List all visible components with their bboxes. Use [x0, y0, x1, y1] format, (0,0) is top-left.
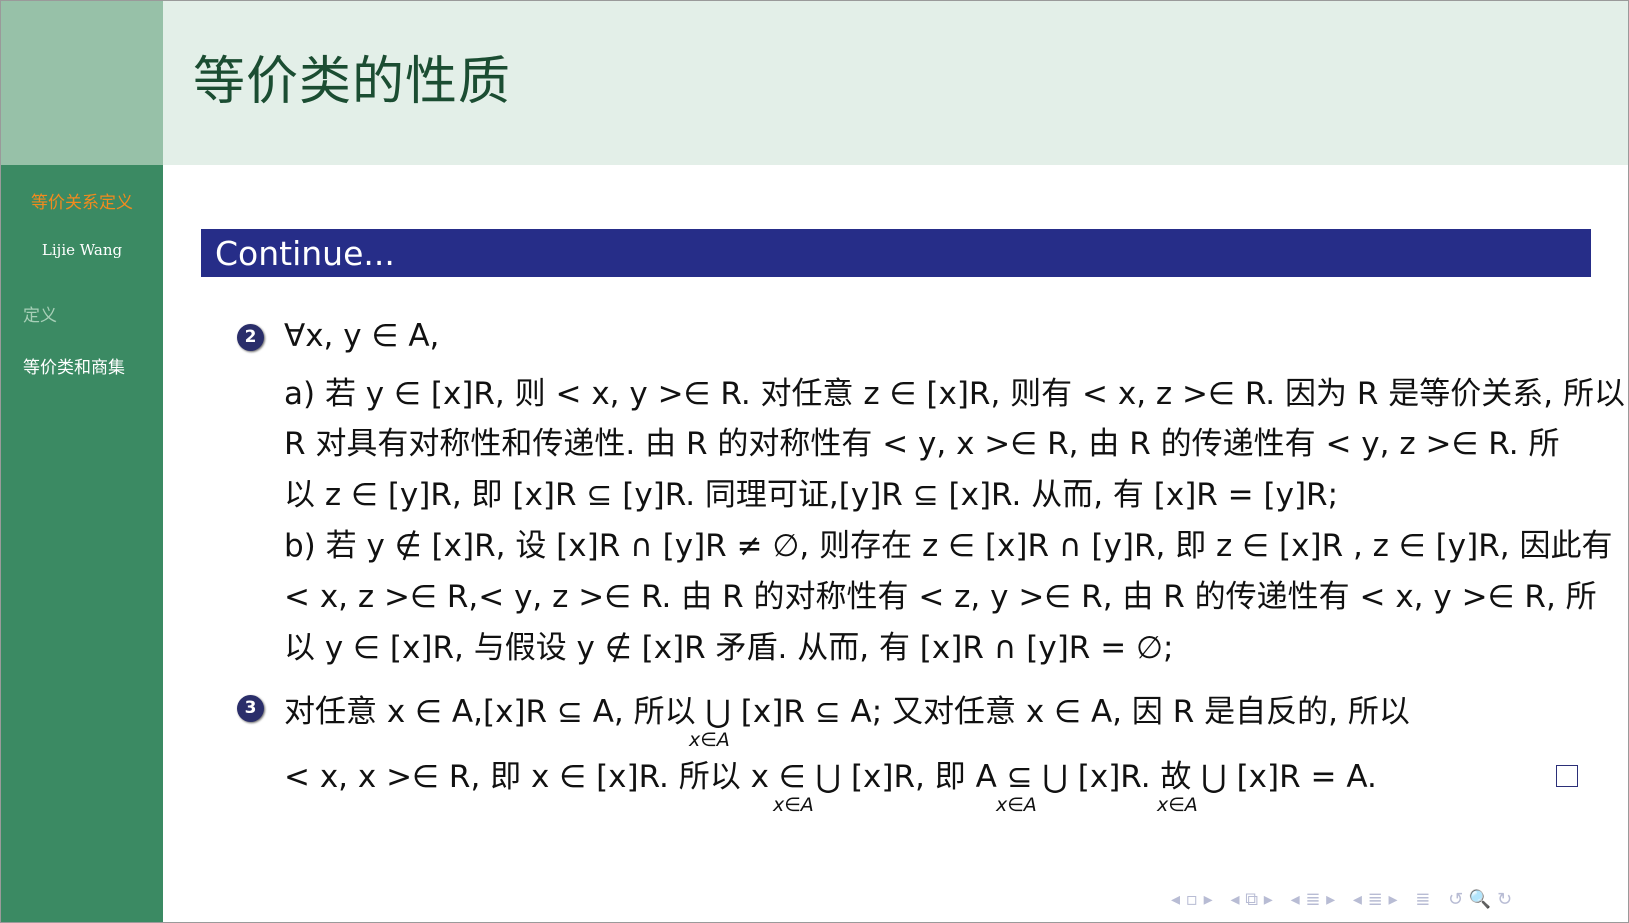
union-subscript: x∈A: [1157, 794, 1198, 816]
union-subscript: x∈A: [773, 794, 814, 816]
item-number: 2: [237, 324, 264, 351]
proof-line: 以 z ∈ [y]R, 即 [x]R ⊆ [y]R. 同理可证,[y]R ⊆ […: [284, 477, 1339, 513]
nav-section-icon[interactable]: ◂ ≣ ▸: [1291, 889, 1336, 910]
proof-line: < x, x >∈ R, 即 x ∈ [x]R. 所以 x ∈ ⋃ [x]R, …: [284, 759, 1377, 795]
nav-subsection-icon[interactable]: ◂ ⧉ ▸: [1230, 889, 1272, 910]
slide-header: 等价类的性质: [163, 1, 1628, 165]
union-subscript: x∈A: [689, 729, 730, 751]
proof-line: R 对具有对称性和传递性. 由 R 的对称性有 < y, x >∈ R, 由 R…: [284, 426, 1560, 462]
proof-line: a) 若 y ∈ [x]R, 则 < x, y >∈ R. 对任意 z ∈ [x…: [284, 376, 1625, 412]
sidebar: 等价关系定义 Lijie Wang 定义 等价类和商集: [1, 1, 163, 922]
qed-symbol: [1556, 765, 1578, 787]
block-title: Continue...: [201, 229, 1591, 277]
proof-line: 以 y ∈ [x]R, 与假设 y ∉ [x]R 矛盾. 从而, 有 [x]R …: [284, 630, 1174, 666]
nav-toc-icon[interactable]: ≣: [1415, 889, 1430, 910]
nav-search-icon[interactable]: ↺ 🔍 ↻: [1448, 889, 1512, 910]
navigation-bar: ◂ ▫ ▸ ◂ ⧉ ▸ ◂ ≣ ▸ ◂ ≣ ▸ ≣ ↺ 🔍 ↻: [1171, 889, 1524, 910]
sidebar-logo-area: [1, 1, 163, 165]
proof-line: < x, z >∈ R,< y, z >∈ R. 由 R 的对称性有 < z, …: [284, 579, 1597, 615]
nav-document-icon[interactable]: ◂ ≣ ▸: [1353, 889, 1398, 910]
nav-frame-icon[interactable]: ◂ ▫ ▸: [1171, 889, 1213, 910]
proof-line: b) 若 y ∉ [x]R, 设 [x]R ∩ [y]R ≠ ∅, 则存在 z …: [284, 528, 1613, 564]
item-number: 3: [237, 695, 264, 722]
slide: 等价关系定义 Lijie Wang 定义 等价类和商集 等价类的性质 Conti…: [0, 0, 1629, 923]
proof-line: ∀x, y ∈ A,: [284, 318, 440, 354]
slide-title: 等价类的性质: [193, 52, 512, 112]
sidebar-item-equivalence-class[interactable]: 等价类和商集: [23, 353, 125, 378]
proof-line: 对任意 x ∈ A,[x]R ⊆ A, 所以 ⋃ [x]R ⊆ A; 又对任意 …: [284, 694, 1410, 730]
sidebar-item-definition[interactable]: 定义: [23, 301, 57, 326]
sidebar-author[interactable]: Lijie Wang: [1, 241, 163, 259]
sidebar-section-title[interactable]: 等价关系定义: [1, 188, 163, 213]
union-subscript: x∈A: [996, 794, 1037, 816]
